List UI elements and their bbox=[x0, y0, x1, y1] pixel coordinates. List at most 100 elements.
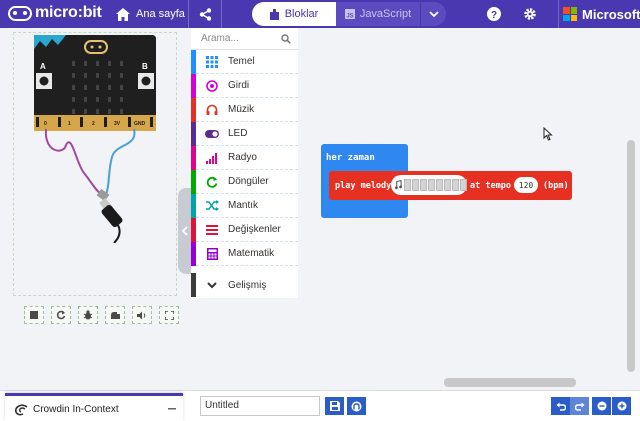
category-label: Gelişmiş bbox=[228, 279, 267, 291]
category-label: Temel bbox=[228, 56, 255, 67]
headphones-icon bbox=[206, 104, 218, 115]
category-mantik[interactable]: Mantık bbox=[191, 193, 298, 218]
signal-icon bbox=[206, 152, 217, 164]
restart-button[interactable] bbox=[51, 306, 71, 324]
bpm-label: (bpm) bbox=[543, 181, 569, 191]
gear-icon bbox=[524, 8, 536, 20]
melody-notes bbox=[404, 179, 467, 191]
fullscreen-button[interactable] bbox=[159, 306, 179, 324]
category-label: Girdi bbox=[228, 80, 250, 91]
zoom-in-icon bbox=[617, 401, 626, 411]
crowdin-icon bbox=[15, 404, 28, 416]
restart-icon bbox=[56, 310, 66, 320]
crowdin-panel[interactable]: Crowdin In-Context bbox=[5, 393, 183, 421]
chevron-down-icon bbox=[428, 11, 439, 17]
category-radyo[interactable]: Radyo bbox=[191, 145, 298, 170]
zoom-out-button[interactable] bbox=[592, 397, 611, 415]
simulator-panel: A B 0 1 2 3V GND bbox=[0, 28, 192, 390]
category-degiskenler[interactable]: Değişkenler bbox=[191, 217, 298, 242]
settings-button[interactable] bbox=[516, 0, 544, 28]
home-button[interactable]: Ana sayfa bbox=[116, 0, 185, 28]
simulator-frame: A B 0 1 2 3V GND bbox=[13, 32, 177, 296]
svg-text:JS: JS bbox=[346, 14, 353, 20]
redo-icon bbox=[574, 402, 584, 411]
workspace-horizontal-scrollbar[interactable] bbox=[444, 378, 576, 387]
category-label: Müzik bbox=[228, 104, 255, 115]
tab-blocks-label: Bloklar bbox=[284, 8, 319, 20]
microsoft-logo-icon bbox=[563, 7, 577, 21]
chevron-down-icon bbox=[207, 281, 217, 288]
mute-button[interactable] bbox=[132, 306, 152, 324]
share-icon bbox=[199, 7, 211, 21]
microbit-board[interactable]: A B 0 1 2 3V GND bbox=[14, 33, 178, 243]
logo-text: micro:bit bbox=[35, 4, 102, 21]
editor-dropdown-button[interactable] bbox=[420, 2, 446, 26]
project-name-input[interactable]: Untitled bbox=[200, 396, 320, 416]
category-led[interactable]: LED bbox=[191, 121, 298, 146]
zoom-in-button[interactable] bbox=[612, 397, 631, 415]
help-icon: ? bbox=[487, 7, 501, 21]
loop-icon bbox=[206, 176, 218, 188]
home-icon bbox=[116, 7, 130, 21]
tab-blocks[interactable]: Bloklar bbox=[252, 2, 336, 26]
mute-icon bbox=[137, 311, 146, 319]
collapse-simulator-button[interactable] bbox=[178, 188, 192, 274]
svg-text:B: B bbox=[142, 62, 148, 71]
headphone-jack-icon bbox=[96, 188, 123, 243]
save-button[interactable] bbox=[325, 397, 344, 415]
category-donguler[interactable]: Döngüler bbox=[191, 169, 298, 194]
category-matematik[interactable]: Matematik bbox=[191, 241, 298, 266]
slowmo-icon bbox=[110, 311, 120, 319]
js-icon: JS bbox=[344, 9, 355, 20]
category-label: Matematik bbox=[228, 248, 275, 259]
stop-button[interactable] bbox=[24, 306, 44, 324]
melody-editor-field[interactable] bbox=[391, 175, 467, 195]
simulator-controls bbox=[24, 306, 179, 324]
fullscreen-icon bbox=[164, 310, 174, 320]
save-icon bbox=[329, 401, 340, 411]
category-label: Mantık bbox=[228, 200, 259, 211]
category-gelismis[interactable]: Gelişmiş bbox=[191, 273, 298, 297]
debug-icon bbox=[83, 310, 93, 320]
debug-button[interactable] bbox=[78, 306, 98, 324]
zoom-out-icon bbox=[597, 401, 606, 411]
category-girdi[interactable]: Girdi bbox=[191, 73, 298, 98]
minimize-icon[interactable] bbox=[168, 408, 176, 410]
workspace-vertical-scrollbar[interactable] bbox=[627, 140, 635, 372]
microbit-logo[interactable]: micro:bit bbox=[8, 4, 102, 22]
help-button[interactable]: ? bbox=[480, 0, 508, 28]
toolbox-search[interactable]: Arama... bbox=[191, 28, 298, 50]
grid-icon bbox=[206, 55, 218, 68]
calculator-icon bbox=[206, 247, 218, 260]
category-muzik[interactable]: Müzik bbox=[191, 97, 298, 122]
top-menu-bar: micro:bit Ana sayfa Bloklar JS JavaScrip… bbox=[0, 0, 640, 28]
pin-label: 2 bbox=[92, 121, 95, 127]
category-label: LED bbox=[228, 128, 248, 139]
category-temel[interactable]: Temel bbox=[191, 49, 298, 74]
svg-text:A: A bbox=[40, 62, 46, 71]
category-label: Döngüler bbox=[228, 176, 269, 187]
at-tempo-label: at tempo bbox=[470, 181, 511, 191]
tab-javascript[interactable]: JS JavaScript bbox=[336, 2, 420, 26]
home-label: Ana sayfa bbox=[136, 8, 185, 20]
slowmo-button[interactable] bbox=[105, 306, 125, 324]
toolbox: Arama... Temel Girdi Müzik LED Radyo Dön… bbox=[191, 28, 298, 298]
github-button[interactable] bbox=[347, 397, 366, 415]
pin-label: 0 bbox=[44, 121, 47, 127]
tempo-field[interactable]: 120 bbox=[514, 177, 538, 193]
undo-button[interactable] bbox=[551, 397, 570, 415]
microsoft-label: Microsoft bbox=[582, 6, 640, 22]
puzzle-icon bbox=[269, 8, 279, 20]
microsoft-logo[interactable]: Microsoft bbox=[558, 0, 640, 28]
pin-label: 3V bbox=[114, 121, 121, 127]
play-melody-block[interactable]: play melody at tempo 120 (bpm) bbox=[329, 171, 572, 200]
category-label: Radyo bbox=[228, 152, 257, 163]
redo-button[interactable] bbox=[570, 397, 589, 415]
category-label: Değişkenler bbox=[228, 224, 281, 235]
chevron-left-icon bbox=[182, 226, 188, 236]
search-input[interactable]: Arama... bbox=[201, 33, 239, 44]
github-icon bbox=[351, 401, 362, 411]
pin-label: 1 bbox=[68, 121, 71, 127]
share-button[interactable] bbox=[188, 0, 222, 28]
target-icon bbox=[206, 79, 218, 92]
